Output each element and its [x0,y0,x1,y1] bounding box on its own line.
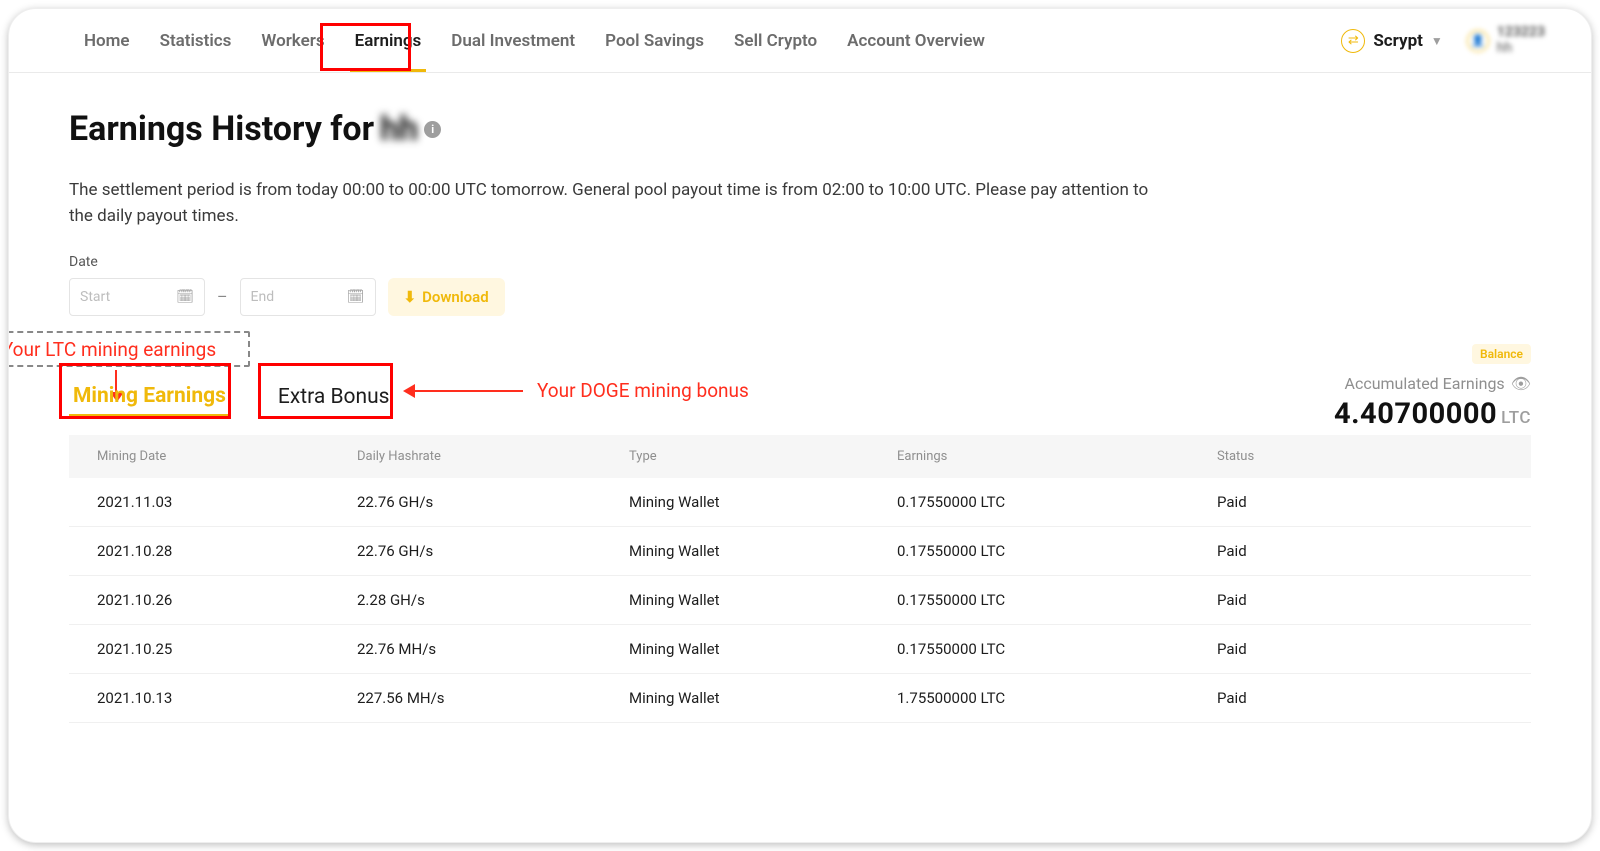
cell-type: Mining Wallet [629,591,897,609]
cell-earn: 0.17550000 LTC [897,493,1217,511]
cell-status: Paid [1217,640,1503,658]
cell-earn: 1.75500000 LTC [897,689,1217,707]
main-content: Earnings History for hh i The settlement… [9,73,1591,723]
annotation-arrow-left [413,390,523,392]
end-date-placeholder: End [251,289,275,305]
cell-status: Paid [1217,493,1503,511]
user-account-display[interactable]: 👤 123223 hh [1467,25,1545,56]
cell-hash: 22.76 GH/s [357,493,629,511]
cell-date: 2021.10.25 [97,640,357,658]
top-nav: Home Statistics Workers Earnings Dual In… [9,9,1591,73]
col-type: Type [629,449,897,464]
cell-status: Paid [1217,591,1503,609]
cell-type: Mining Wallet [629,542,897,560]
download-label: Download [422,288,489,306]
cell-hash: 2.28 GH/s [357,591,629,609]
eye-icon[interactable]: 👁 [1511,374,1531,393]
table-header-row: Mining Date Daily Hashrate Type Earnings… [69,435,1531,478]
page-title: Earnings History for hh i [69,109,1531,149]
date-range-separator: – [217,287,228,306]
cell-earn: 0.17550000 LTC [897,591,1217,609]
tab-extra-bonus[interactable]: Extra Bonus [274,379,394,417]
cell-hash: 22.76 GH/s [357,542,629,560]
annotation-ltc-earnings: Your LTC mining earnings [8,331,250,367]
cell-date: 2021.10.28 [97,542,357,560]
col-mining-date: Mining Date [97,449,357,464]
page-title-account: hh [380,109,418,149]
cell-hash: 22.76 MH/s [357,640,629,658]
table-row: 2021.10.13227.56 MH/sMining Wallet1.7550… [69,674,1531,723]
user-avatar-icon: 👤 [1467,30,1489,52]
page-title-prefix: Earnings History for [69,109,374,149]
download-icon: ⬇ [404,288,417,306]
table-row: 2021.10.2822.76 GH/sMining Wallet0.17550… [69,527,1531,576]
col-daily-hashrate: Daily Hashrate [357,449,629,464]
calendar-icon: 🗓 [347,289,365,305]
col-status: Status [1217,449,1503,464]
nav-sell-crypto[interactable]: Sell Crypto [719,9,832,72]
cell-type: Mining Wallet [629,689,897,707]
date-label: Date [69,254,1531,270]
nav-account-overview[interactable]: Account Overview [832,9,1000,72]
cell-earn: 0.17550000 LTC [897,542,1217,560]
cell-date: 2021.10.13 [97,689,357,707]
accumulated-earnings-value: 4.40700000LTC [1334,397,1531,431]
algorithm-label: Scrypt [1373,31,1423,51]
algorithm-selector[interactable]: ⇄ Scrypt ▼ [1341,29,1456,53]
nav-pool-savings[interactable]: Pool Savings [590,9,719,72]
cell-status: Paid [1217,542,1503,560]
cell-type: Mining Wallet [629,640,897,658]
cell-date: 2021.11.03 [97,493,357,511]
download-button[interactable]: ⬇ Download [388,278,505,316]
settlement-description: The settlement period is from today 00:0… [69,177,1169,230]
balance-chip[interactable]: Balance [1472,344,1531,364]
nav-earnings[interactable]: Earnings [340,9,437,72]
nav-dual-investment[interactable]: Dual Investment [436,9,590,72]
start-date-placeholder: Start [80,289,110,305]
calendar-icon: 🗓 [176,289,194,305]
info-icon[interactable]: i [424,121,441,138]
nav-statistics[interactable]: Statistics [145,9,247,72]
user-sub: hh [1497,41,1545,56]
cell-hash: 227.56 MH/s [357,689,629,707]
user-id: 123223 [1497,25,1545,40]
cell-earn: 0.17550000 LTC [897,640,1217,658]
earnings-table: Mining Date Daily Hashrate Type Earnings… [69,435,1531,723]
end-date-input[interactable]: End 🗓 [240,278,376,316]
swap-icon: ⇄ [1341,29,1365,53]
start-date-input[interactable]: Start 🗓 [69,278,205,316]
nav-home[interactable]: Home [69,9,145,72]
cell-date: 2021.10.26 [97,591,357,609]
annotation-doge-bonus: Your DOGE mining bonus [537,379,749,402]
cell-type: Mining Wallet [629,493,897,511]
cell-status: Paid [1217,689,1503,707]
table-row: 2021.10.2522.76 MH/sMining Wallet0.17550… [69,625,1531,674]
col-earnings: Earnings [897,449,1217,464]
tab-mining-earnings[interactable]: Mining Earnings [69,378,230,417]
accumulated-earnings-label: Accumulated Earnings 👁 [1334,374,1531,393]
nav-workers[interactable]: Workers [246,9,339,72]
chevron-down-icon: ▼ [1431,34,1443,48]
table-row: 2021.11.0322.76 GH/sMining Wallet0.17550… [69,478,1531,527]
table-row: 2021.10.262.28 GH/sMining Wallet0.175500… [69,576,1531,625]
